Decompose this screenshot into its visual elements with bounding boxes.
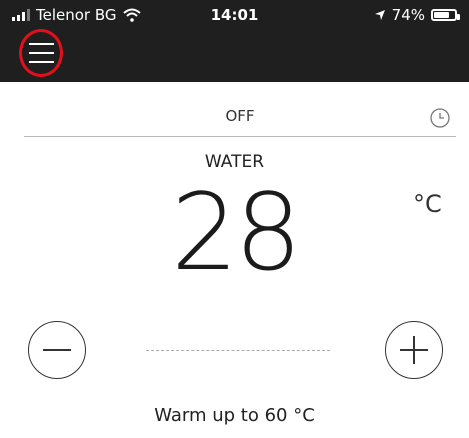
status-right: 74% <box>374 6 460 24</box>
clock-icon[interactable] <box>429 107 451 129</box>
temperature-value: 28 <box>171 171 302 294</box>
temperature-unit: °C <box>413 190 442 218</box>
decrease-button[interactable] <box>28 321 86 379</box>
location-arrow-icon <box>374 10 385 20</box>
increase-button[interactable] <box>385 321 443 379</box>
status-bar: Telenor BG 14:01 74% <box>0 0 469 30</box>
battery-percent: 74% <box>391 6 425 24</box>
battery-icon <box>431 9 460 21</box>
temperature-indicator-line <box>146 350 330 351</box>
timer-row: OFF <box>24 100 456 137</box>
timer-state: OFF <box>225 107 255 125</box>
app-header: Telenor BG 14:01 74% <box>0 0 469 82</box>
mode-label: WATER <box>204 152 265 172</box>
battery-fill <box>434 12 449 18</box>
menu-button[interactable] <box>19 29 65 79</box>
status-text: Warm up to 60 °C <box>154 405 315 426</box>
